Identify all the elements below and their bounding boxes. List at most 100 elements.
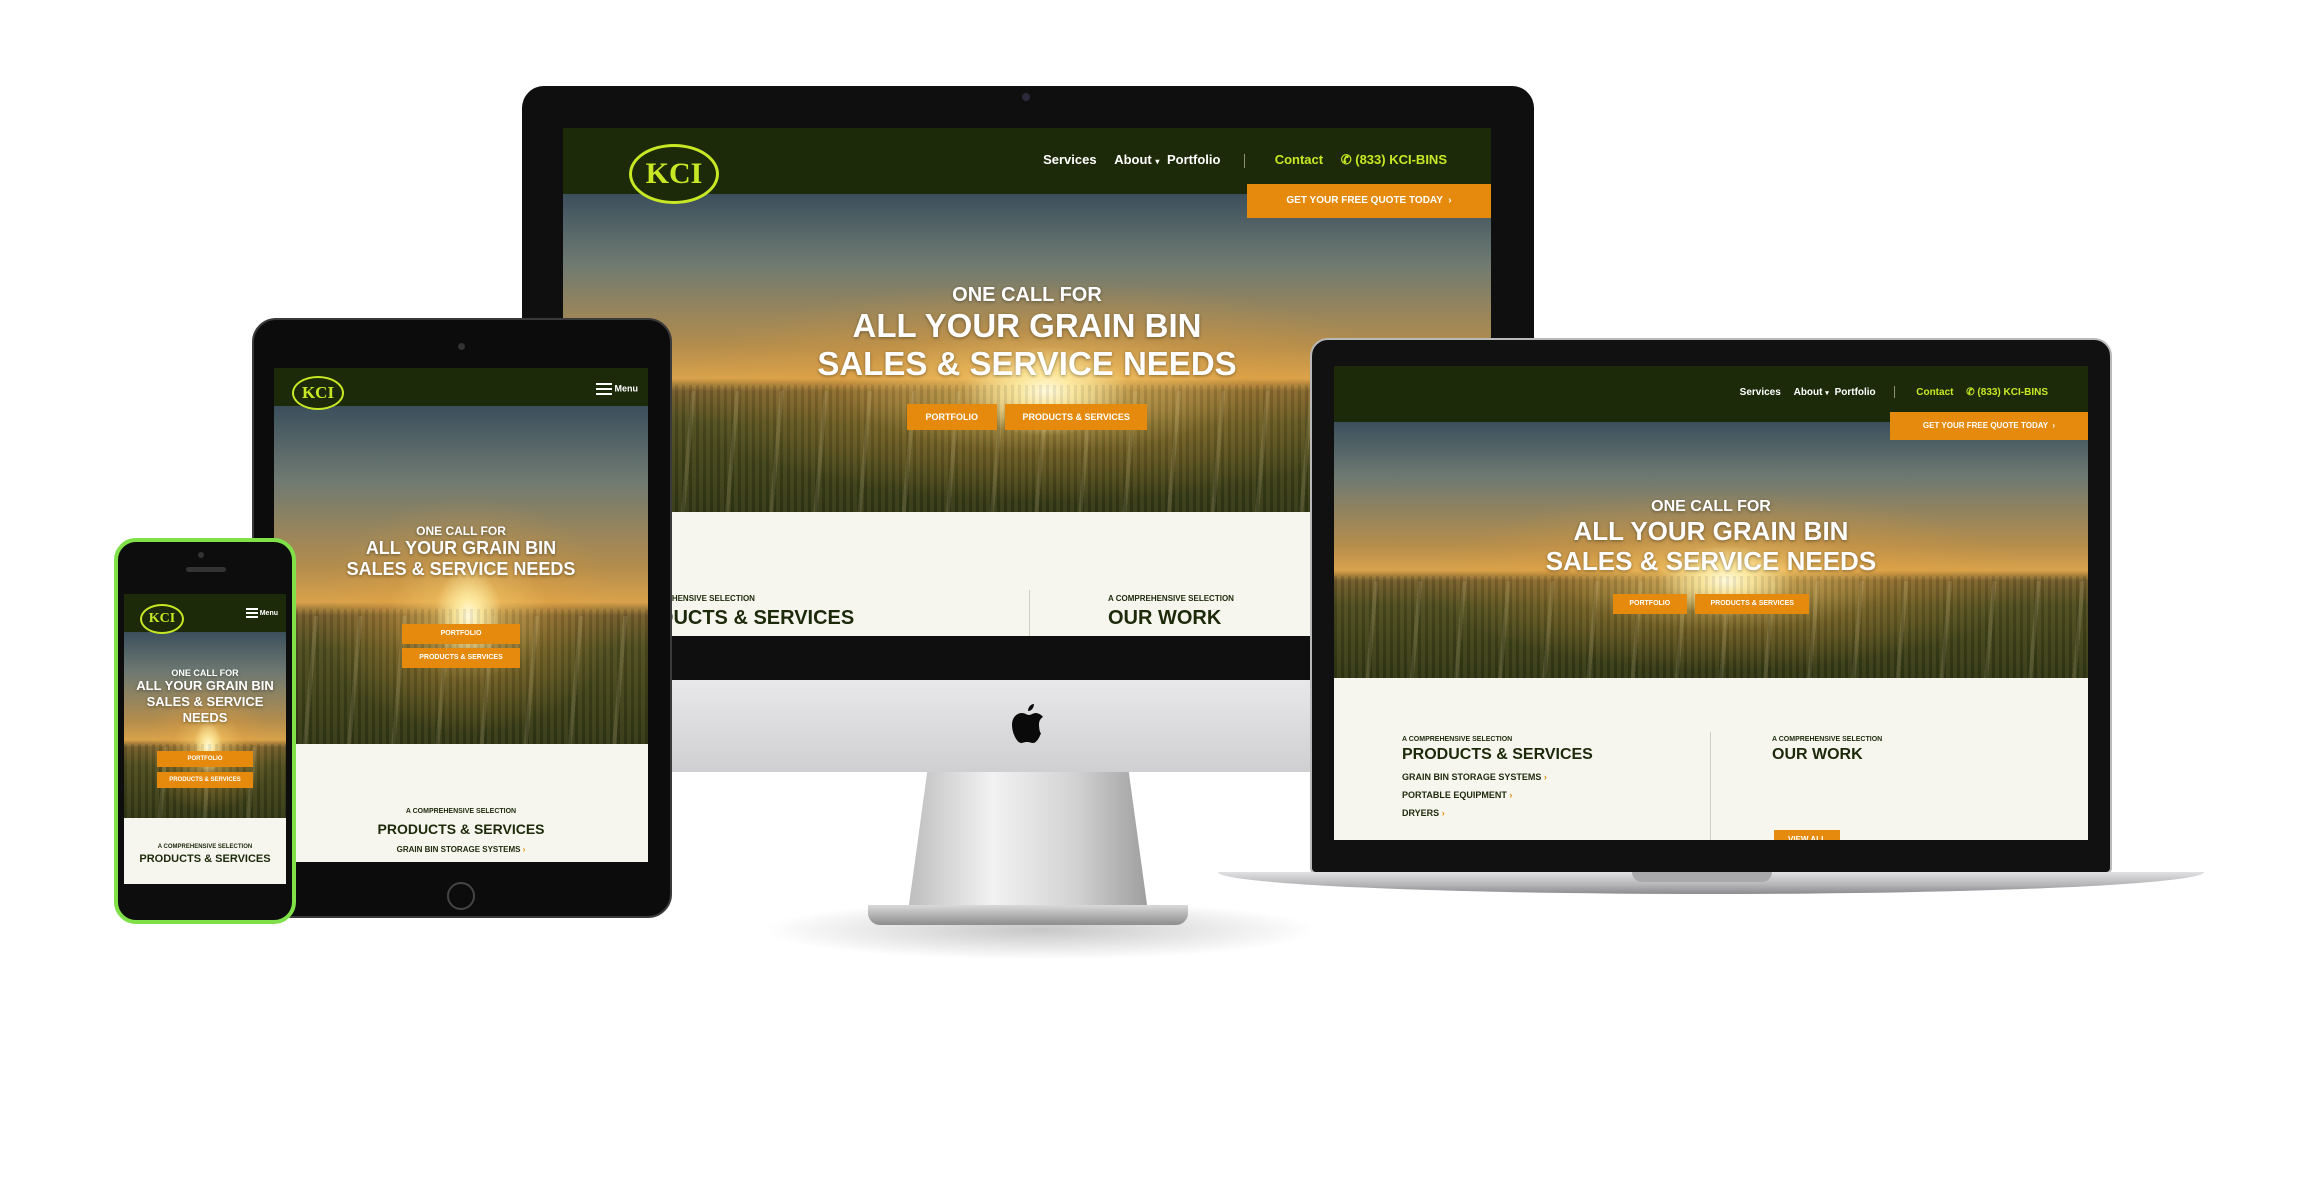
column-divider bbox=[1710, 732, 1711, 840]
products-column: A COMPREHENSIVE SELECTION PRODUCTS & SER… bbox=[1402, 736, 1593, 818]
nav-about-label: About bbox=[1114, 152, 1152, 167]
nav-services[interactable]: Services bbox=[1043, 152, 1097, 167]
nav-phone-label: (833) KCI-BINS bbox=[1977, 386, 2048, 398]
menu-label: Menu bbox=[259, 609, 278, 617]
list-item-label: DRYERS bbox=[1402, 808, 1440, 818]
products-services-button[interactable]: PRODUCTS & SERVICES bbox=[1005, 404, 1148, 430]
products-kicker: A COMPREHENSIVE SELECTION bbox=[1402, 736, 1513, 743]
hero-text: ONE CALL FOR ALL YOUR GRAIN BIN SALES & … bbox=[563, 284, 1491, 383]
view-all-button[interactable]: VIEW ALL bbox=[1774, 830, 1840, 840]
main-nav: Services About ▾ Portfolio Contact ✆ (83… bbox=[1730, 386, 2048, 398]
list-item[interactable]: GRAIN BIN STORAGE SYSTEMS › bbox=[1402, 772, 1593, 782]
chevron-right-icon: › bbox=[1441, 808, 1445, 818]
caret-down-icon: ▾ bbox=[1825, 389, 1829, 397]
nav-about[interactable]: About ▾ bbox=[1794, 387, 1829, 398]
hero-line-3: SALES & SERVICE NEEDS bbox=[346, 559, 576, 579]
hero-banner: ONE CALL FOR ALL YOUR GRAIN BIN SALES & … bbox=[274, 406, 648, 744]
tablet-camera bbox=[458, 343, 465, 350]
nav-divider bbox=[1244, 153, 1246, 168]
hamburger-icon bbox=[245, 606, 258, 620]
logo-text: KCI bbox=[301, 383, 335, 402]
content-section: A COMPREHENSIVE SELECTION PRODUCTS & SER… bbox=[1334, 678, 2088, 840]
products-kicker: A COMPREHENSIVE SELECTION bbox=[157, 844, 253, 850]
nav-phone[interactable]: ✆ (833) KCI-BINS bbox=[1341, 152, 1447, 167]
nav-portfolio[interactable]: Portfolio bbox=[1167, 152, 1220, 167]
work-kicker: A COMPREHENSIVE SELECTION bbox=[1108, 594, 1234, 603]
phone-website: ONE CALL FOR ALL YOUR GRAIN BIN SALES & … bbox=[124, 594, 286, 884]
work-kicker: A COMPREHENSIVE SELECTION bbox=[1772, 736, 1883, 743]
hero-line-2: ALL YOUR GRAIN BIN SALES & SERVICE NEEDS bbox=[136, 678, 274, 725]
hero-line-3: SALES & SERVICE NEEDS bbox=[1545, 546, 1877, 576]
chevron-right-icon: › bbox=[522, 845, 526, 854]
tablet-website: ONE CALL FOR ALL YOUR GRAIN BIN SALES & … bbox=[274, 368, 648, 862]
chevron-right-icon: › bbox=[1543, 772, 1547, 782]
list-item[interactable]: DRYERS › bbox=[1402, 808, 1593, 818]
content-section: A COMPREHENSIVE SELECTION PRODUCTS & SER… bbox=[274, 744, 648, 862]
nav-contact[interactable]: Contact bbox=[1916, 387, 1953, 398]
nav-portfolio[interactable]: Portfolio bbox=[1835, 387, 1876, 398]
hero-buttons: PORTFOLIO PRODUCTS & SERVICES bbox=[274, 620, 648, 672]
portfolio-button[interactable]: PORTFOLIO bbox=[1612, 594, 1687, 614]
kci-logo[interactable]: KCI bbox=[140, 604, 184, 634]
caret-down-icon: ▾ bbox=[1155, 157, 1160, 166]
work-column: A COMPREHENSIVE SELECTION OUR WORK bbox=[1108, 594, 1234, 630]
tablet-home-button bbox=[447, 882, 475, 910]
list-item-label: GRAIN BIN STORAGE SYSTEMS bbox=[1402, 772, 1542, 782]
portfolio-button[interactable]: PORTFOLIO bbox=[402, 624, 520, 644]
free-quote-button[interactable]: GET YOUR FREE QUOTE TODAY › bbox=[1247, 184, 1491, 218]
list-item-label: GRAIN BIN STORAGE SYSTEMS bbox=[396, 845, 521, 854]
phone-icon: ✆ bbox=[1340, 152, 1352, 167]
imac-camera bbox=[1022, 93, 1030, 101]
free-quote-button[interactable]: GET YOUR FREE QUOTE TODAY › bbox=[1890, 412, 2088, 440]
nav-contact[interactable]: Contact bbox=[1275, 152, 1323, 167]
content-section: A COMPREHENSIVE SELECTION PRODUCTS & SER… bbox=[124, 818, 286, 884]
imac-stand-base bbox=[868, 905, 1188, 925]
hero-buttons: PORTFOLIO PRODUCTS & SERVICES bbox=[563, 404, 1491, 430]
free-quote-label: GET YOUR FREE QUOTE TODAY bbox=[1286, 195, 1443, 206]
logo-text: KCI bbox=[148, 611, 176, 626]
column-divider bbox=[1029, 590, 1030, 636]
nav-about[interactable]: About ▾ bbox=[1114, 152, 1159, 167]
kci-logo[interactable]: KCI bbox=[629, 144, 719, 204]
nav-phone-label: (833) KCI-BINS bbox=[1355, 152, 1447, 167]
work-heading: OUR WORK bbox=[1772, 746, 1863, 763]
list-item[interactable]: PORTABLE EQUIPMENT › bbox=[1402, 790, 1593, 800]
products-kicker: A COMPREHENSIVE SELECTION bbox=[405, 808, 517, 815]
hero-line-2: ALL YOUR GRAIN BIN bbox=[852, 307, 1202, 344]
list-item[interactable]: GRAIN BIN STORAGE SYSTEMS › bbox=[274, 845, 648, 854]
hero-banner: ONE CALL FOR ALL YOUR GRAIN BIN SALES & … bbox=[124, 632, 286, 818]
work-heading: OUR WORK bbox=[1108, 607, 1222, 629]
portfolio-button[interactable]: PORTFOLIO bbox=[906, 404, 997, 430]
hero-line-1: ONE CALL FOR bbox=[171, 668, 239, 678]
nav-phone[interactable]: ✆ (833) KCI-BINS bbox=[1966, 387, 2048, 398]
products-services-button[interactable]: PRODUCTS & SERVICES bbox=[402, 648, 520, 668]
hero-line-2: ALL YOUR GRAIN BIN bbox=[365, 538, 557, 558]
hero-text: ONE CALL FOR ALL YOUR GRAIN BIN SALES & … bbox=[124, 668, 286, 726]
logo-text: KCI bbox=[645, 157, 703, 190]
hero-line-2: ALL YOUR GRAIN BIN bbox=[1573, 516, 1849, 546]
hero-line-3: SALES & SERVICE NEEDS bbox=[817, 345, 1237, 382]
products-services-button[interactable]: PRODUCTS & SERVICES bbox=[157, 772, 253, 788]
hero-text: ONE CALL FOR ALL YOUR GRAIN BIN SALES & … bbox=[274, 524, 648, 580]
portfolio-button[interactable]: PORTFOLIO bbox=[157, 751, 253, 767]
hero-banner: ONE CALL FOR ALL YOUR GRAIN BIN SALES & … bbox=[1334, 422, 2088, 678]
imac-stand bbox=[908, 772, 1148, 912]
hero-line-1: ONE CALL FOR bbox=[952, 284, 1102, 306]
menu-label: Menu bbox=[614, 383, 639, 394]
products-heading: PRODUCTS & SERVICES bbox=[139, 853, 271, 865]
laptop-website: ONE CALL FOR ALL YOUR GRAIN BIN SALES & … bbox=[1334, 366, 2088, 840]
apple-logo-icon bbox=[1012, 704, 1043, 743]
kci-logo[interactable]: KCI bbox=[292, 376, 344, 410]
laptop-notch bbox=[1632, 872, 1772, 882]
phone-icon: ✆ bbox=[1966, 386, 1975, 398]
menu-toggle[interactable]: Menu bbox=[245, 606, 278, 620]
chevron-right-icon: › bbox=[2050, 421, 2056, 430]
products-services-button[interactable]: PRODUCTS & SERVICES bbox=[1695, 594, 1810, 614]
work-column: A COMPREHENSIVE SELECTION OUR WORK bbox=[1772, 736, 1882, 764]
nav-services[interactable]: Services bbox=[1740, 387, 1781, 398]
hero-buttons: PORTFOLIO PRODUCTS & SERVICES bbox=[1334, 592, 2088, 614]
phone-speaker bbox=[186, 567, 226, 572]
nav-about-label: About bbox=[1793, 386, 1823, 398]
hero-line-1: ONE CALL FOR bbox=[1651, 498, 1771, 515]
list-item-label: PORTABLE EQUIPMENT bbox=[1402, 790, 1507, 800]
